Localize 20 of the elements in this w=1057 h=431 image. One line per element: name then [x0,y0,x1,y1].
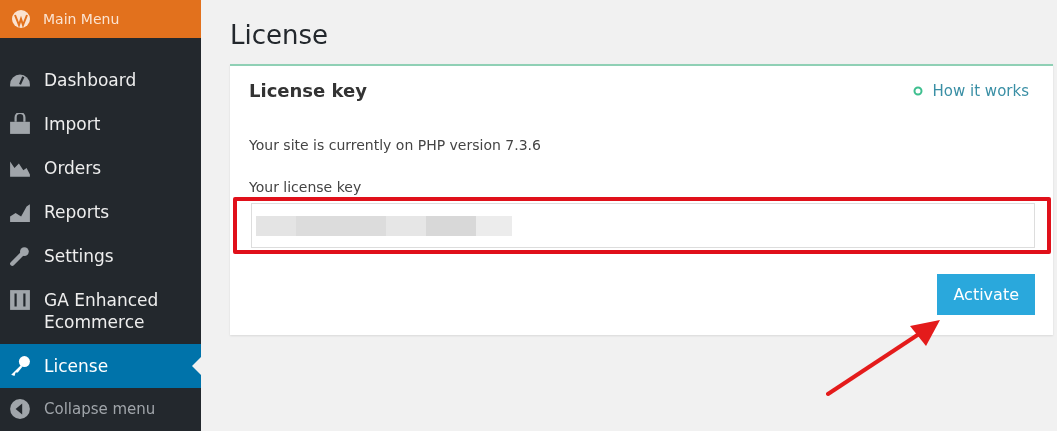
wrench-icon [8,245,32,267]
key-icon [8,355,32,377]
collapse-icon [8,398,32,420]
menu-item[interactable]: License [0,344,201,388]
menu-item[interactable]: Reports [0,190,201,234]
wordpress-logo-icon [11,9,31,29]
license-key-field[interactable] [251,203,1035,248]
php-version-text: Your site is currently on PHP version 7.3.6 [249,137,542,153]
ring-icon [912,85,923,96]
collapse-menu-button[interactable]: Collapse menu [0,388,201,430]
card-title: License key [249,80,367,101]
menu-item[interactable]: Import [0,102,201,146]
menu-item[interactable]: Settings [0,234,201,278]
how-it-works-link[interactable]: How it works [912,81,1029,100]
page-title: License [230,20,330,50]
menu-item[interactable]: GA Enhanced Ecommerce [0,278,201,344]
bag-icon [8,113,32,135]
field-label: Your license key [249,179,363,195]
menu-item[interactable]: Orders [0,146,201,190]
menu-item[interactable]: Dashboard [0,58,201,102]
